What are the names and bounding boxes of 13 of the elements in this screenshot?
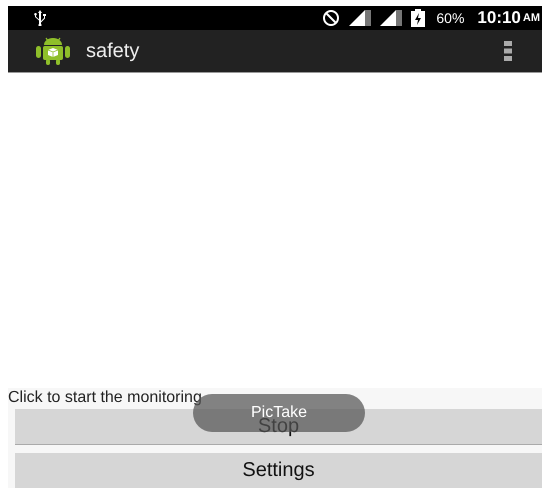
signal-icon xyxy=(349,10,372,26)
clock-suffix: AM xyxy=(522,12,540,24)
instruction-text: Click to start the monitoring xyxy=(8,389,203,407)
battery-icon xyxy=(411,9,426,27)
action-button[interactable]: Settings xyxy=(15,453,542,488)
blocked-icon xyxy=(322,9,340,27)
clock-time: 10:10 xyxy=(477,8,521,28)
signal-icon xyxy=(380,10,402,26)
overflow-menu-button[interactable] xyxy=(504,41,512,61)
robot-icon xyxy=(36,37,70,65)
battery-percent: 60% xyxy=(436,10,464,26)
app-title: safety xyxy=(86,40,140,62)
usb-icon xyxy=(33,10,47,26)
